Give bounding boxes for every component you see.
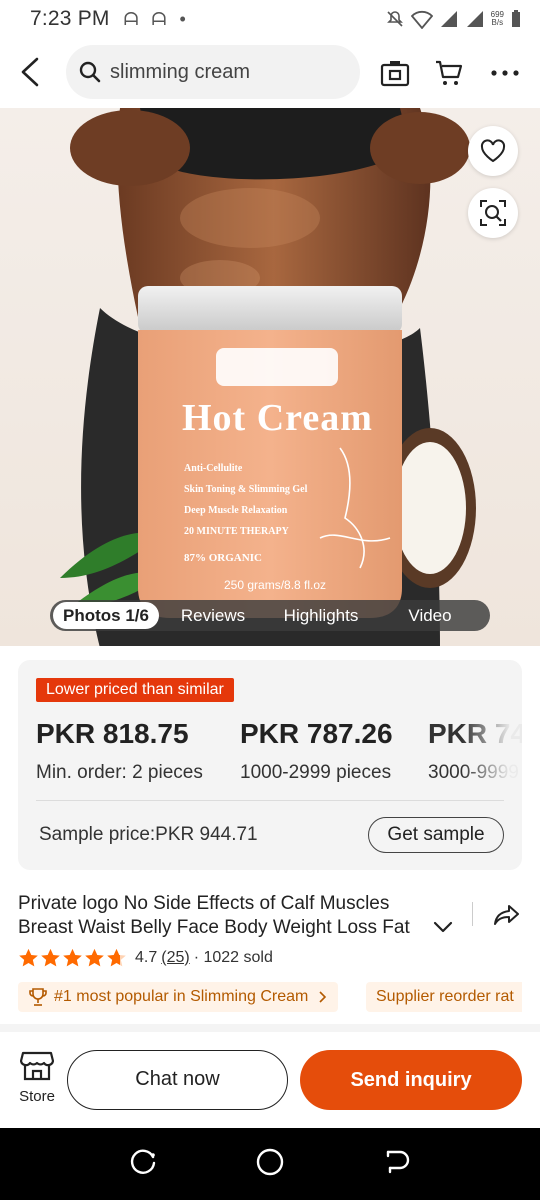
store-icon <box>19 1051 55 1081</box>
search-icon <box>79 61 101 83</box>
rating-stars <box>18 948 127 968</box>
star-icon <box>85 948 104 967</box>
trophy-icon <box>29 988 47 1006</box>
tab-highlights[interactable]: Highlights <box>267 602 375 629</box>
star-icon <box>41 948 60 967</box>
back-button[interactable] <box>12 54 48 90</box>
tab-video[interactable]: Video <box>375 602 485 629</box>
star-icon <box>19 948 38 967</box>
reorder-rate-chip[interactable]: Supplier reorder rat <box>366 982 522 1012</box>
signal-icon <box>440 11 457 27</box>
label-line: Deep Muscle Relaxation <box>184 505 288 516</box>
cart-button[interactable] <box>432 56 466 90</box>
store-button[interactable]: Store <box>12 1050 62 1112</box>
recent-apps-button[interactable] <box>128 1147 158 1182</box>
label-line: Skin Toning & Slimming Gel <box>184 484 308 495</box>
status-icons: 699 B/s <box>385 9 522 29</box>
ranking-chip[interactable]: #1 most popular in Slimming Cream <box>18 982 339 1012</box>
tier-price: PKR 787.26 <box>240 718 393 749</box>
system-nav-bar <box>0 1128 540 1200</box>
network-speed: 699 B/s <box>490 10 504 27</box>
rating-value: 4.7 <box>135 949 158 966</box>
lower-price-badge: Lower priced than similar <box>36 678 234 702</box>
more-dots-icon <box>491 70 519 76</box>
price-card: Lower priced than similar PKR 818.75 Min… <box>18 660 522 870</box>
scan-search-icon <box>480 200 506 226</box>
sample-price: Sample price:PKR 944.71 <box>39 824 258 845</box>
scroll-fade <box>462 710 522 790</box>
divider <box>36 800 504 801</box>
store-label: Store <box>19 1088 55 1105</box>
product-title: Private logo No Side Effects of Calf Mus… <box>18 893 410 938</box>
product-brand-text: Hot Cream <box>182 397 373 439</box>
home-button[interactable] <box>255 1147 285 1182</box>
heart-icon <box>480 139 506 163</box>
label-line: Anti-Cellulite <box>184 463 243 474</box>
sold-count: · 1022 sold <box>193 949 273 966</box>
get-sample-button[interactable]: Get sample <box>368 817 504 853</box>
price-tier: PKR 787.26 1000-2999 pieces <box>240 718 393 784</box>
wifi-icon <box>410 10 433 29</box>
tier-quantity: 1000-2999 pieces <box>240 762 392 783</box>
chevron-left-icon <box>21 57 39 87</box>
product-weight: 250 grams/8.8 fl.oz <box>224 578 327 592</box>
share-button[interactable] <box>490 900 524 930</box>
visual-search-button[interactable] <box>468 188 518 238</box>
mute-icon <box>386 11 403 27</box>
chevron-down-icon <box>433 921 453 933</box>
image-search-button[interactable] <box>378 56 412 90</box>
tier-quantity: Min. order: 2 pieces <box>36 762 203 783</box>
section-separator <box>0 1024 540 1032</box>
tab-photos[interactable]: Photos 1/6 <box>53 602 159 629</box>
media-tabs: Photos 1/6 Reviews Highlights Video <box>50 600 490 631</box>
battery-icon <box>512 10 520 27</box>
back-nav-button[interactable] <box>382 1147 412 1182</box>
back-nav-icon <box>386 1150 409 1173</box>
send-inquiry-button[interactable]: Send inquiry <box>300 1050 522 1110</box>
top-bar: slimming cream <box>0 44 540 102</box>
star-icon <box>63 948 82 967</box>
chip-label: Supplier reorder rat <box>376 988 514 1005</box>
review-count[interactable]: (25) <box>161 949 189 967</box>
chip-label: #1 most popular in Slimming Cream <box>54 988 309 1005</box>
chevron-right-icon <box>319 991 327 1003</box>
chat-now-button[interactable]: Chat now <box>67 1050 288 1110</box>
share-icon <box>494 905 519 925</box>
label-line: 87% ORGANIC <box>184 552 262 564</box>
highlight-chips: #1 most popular in Slimming Cream Suppli… <box>18 982 522 1012</box>
more-button[interactable] <box>488 56 522 90</box>
search-query: slimming cream <box>110 60 251 83</box>
bottom-action-bar: Store Chat now Send inquiry <box>0 1032 540 1128</box>
home-circle-icon <box>256 1148 284 1175</box>
label-line: 20 MINUTE THERAPY <box>184 526 289 537</box>
signal-icon-2 <box>466 11 483 27</box>
camera-scan-icon <box>380 61 410 87</box>
notification-icons: ᗩ ᗩ • <box>123 8 190 29</box>
product-image[interactable]: Hot Cream Anti-Cellulite Skin Toning & S… <box>0 108 540 646</box>
status-time: 7:23 PM <box>30 7 110 30</box>
price-tier: PKR 818.75 Min. order: 2 pieces <box>36 718 203 784</box>
divider <box>472 902 473 926</box>
favorite-button[interactable] <box>468 126 518 176</box>
product-label-lines: Anti-Cellulite Skin Toning & Slimming Ge… <box>184 458 307 569</box>
expand-title-button[interactable] <box>432 920 454 939</box>
cart-icon <box>436 60 463 85</box>
search-input[interactable]: slimming cream <box>66 45 360 99</box>
star-half-icon <box>107 948 126 967</box>
rating-row[interactable]: 4.7 (25) · 1022 sold <box>18 948 273 968</box>
status-bar: 7:23 PM ᗩ ᗩ • 699 B/s <box>0 0 540 38</box>
recent-apps-icon <box>131 1149 156 1174</box>
tier-price: PKR 818.75 <box>36 718 189 749</box>
tab-reviews[interactable]: Reviews <box>159 602 267 629</box>
